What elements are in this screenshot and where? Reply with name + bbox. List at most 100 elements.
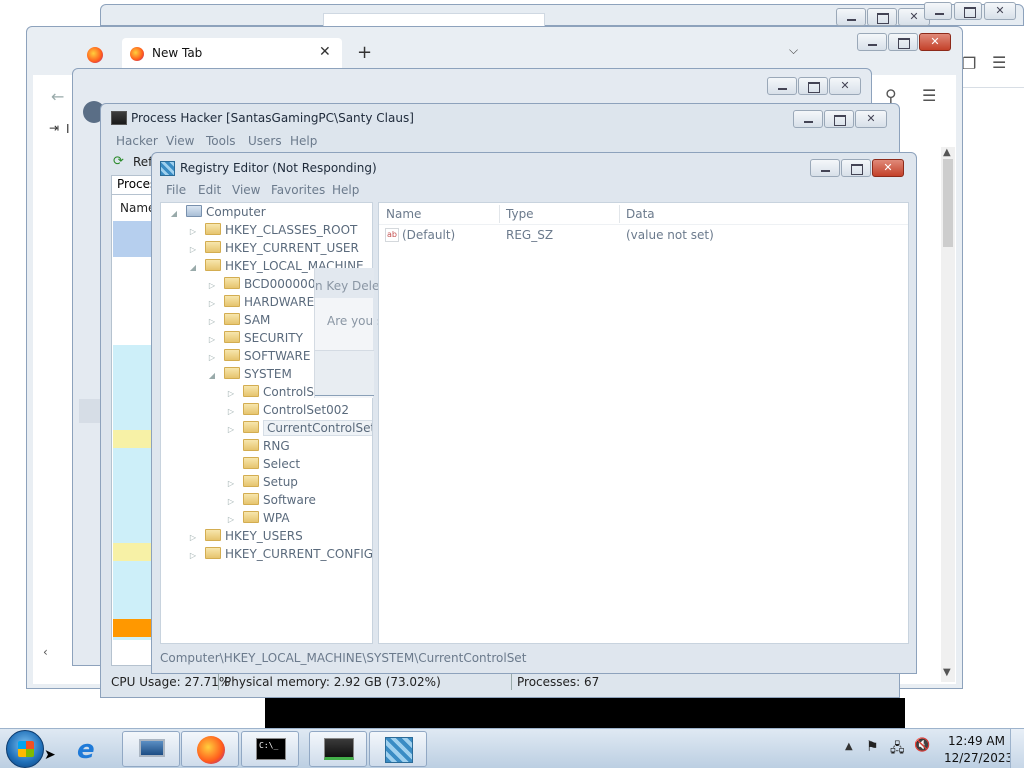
extension-icon[interactable]: ❐ <box>962 54 976 73</box>
status-divider <box>218 674 219 690</box>
new-tab-button[interactable]: + <box>357 42 372 63</box>
tree-item-hkey-current-user[interactable]: ▷ HKEY_CURRENT_USER <box>188 239 359 257</box>
outer-close-button[interactable] <box>984 2 1016 20</box>
hamburger-menu-icon[interactable]: ☰ <box>992 53 1006 72</box>
tree-item-currentcontrolset[interactable]: ▷ CurrentControlSet <box>226 419 372 437</box>
menu-view[interactable]: View <box>166 134 194 148</box>
tree-item-system[interactable]: ◢ SYSTEM <box>207 365 292 383</box>
tree-item-wpa[interactable]: ▷ WPA <box>226 509 290 527</box>
firefox-minimize-button[interactable] <box>857 33 887 51</box>
process-hacker-maximize-button[interactable] <box>824 110 854 128</box>
middle-window-close-button[interactable] <box>829 77 861 95</box>
menu-file[interactable]: File <box>166 183 186 197</box>
menu-favorites[interactable]: Favorites <box>271 183 325 197</box>
regedit-minimize-button[interactable] <box>810 159 840 177</box>
tree-item-computer[interactable]: ◢ Computer <box>169 203 266 221</box>
firefox-maximize-button[interactable] <box>888 33 918 51</box>
background-window-caption-buttons <box>836 8 930 26</box>
tree-item-controlset001[interactable]: ▷ ControlSet <box>226 383 326 401</box>
process-row-suspended-2[interactable] <box>113 543 153 561</box>
middle-window-maximize-button[interactable] <box>798 77 828 95</box>
clock-date[interactable]: 12/27/2023 <box>944 751 1013 765</box>
start-button[interactable] <box>6 730 44 768</box>
physical-memory-status: Physical memory: 2.92 GB (73.02%) <box>224 675 441 689</box>
middle-window-minimize-button[interactable] <box>767 77 797 95</box>
refresh-icon[interactable]: ⟳ <box>113 154 124 169</box>
menu-edit[interactable]: Edit <box>198 183 221 197</box>
outer-restore-button[interactable] <box>954 2 982 20</box>
tree-item-hardware[interactable]: ▷ HARDWARE <box>207 293 314 311</box>
tree-item-bcd[interactable]: ▷ BCD00000000 <box>207 275 331 293</box>
tree-item-controlset002[interactable]: ▷ ControlSet002 <box>226 401 349 419</box>
status-divider <box>511 674 512 690</box>
taskbar-command-prompt[interactable]: C:\_ <box>241 731 299 767</box>
scroll-up-icon[interactable]: ▲ <box>943 147 951 158</box>
firefox-close-button[interactable] <box>919 33 951 51</box>
mouse-cursor-icon: ➤ <box>44 747 56 763</box>
expand-arrow-icon[interactable]: ▷ <box>188 547 198 565</box>
process-row-selected[interactable] <box>113 221 153 257</box>
show-desktop-button[interactable] <box>1010 729 1024 768</box>
taskbar-process-hacker[interactable] <box>309 731 367 767</box>
menu-icon[interactable]: ☰ <box>922 86 936 105</box>
collapse-arrow-icon[interactable]: ◢ <box>169 205 179 223</box>
tree-item-software-subkey[interactable]: ▷ Software <box>226 491 316 509</box>
import-bookmarks-label[interactable]: I <box>66 122 70 136</box>
process-hacker-close-button[interactable] <box>855 110 887 128</box>
menu-users[interactable]: Users <box>248 134 282 148</box>
taskbar-firefox[interactable] <box>181 731 239 767</box>
outer-minimize-button[interactable] <box>924 2 952 20</box>
background-window-minimize-button[interactable] <box>836 8 866 26</box>
taskbar-internet-explorer[interactable]: e <box>62 731 120 767</box>
menu-hacker[interactable]: Hacker <box>116 134 158 148</box>
scroll-down-icon[interactable]: ▼ <box>943 667 951 678</box>
clock-time[interactable]: 12:49 AM <box>948 734 1005 748</box>
menu-help[interactable]: Help <box>290 134 317 148</box>
tree-item-sam[interactable]: ▷ SAM <box>207 311 270 329</box>
firefox-pinned-tab-icon[interactable] <box>87 47 103 63</box>
tree-item-rng[interactable]: RNG <box>226 437 290 455</box>
process-row-elevated[interactable] <box>113 619 153 637</box>
firefox-tab[interactable]: New Tab ✕ <box>122 38 342 70</box>
tree-item-security[interactable]: ▷ SECURITY <box>207 329 303 347</box>
menu-help[interactable]: Help <box>332 183 359 197</box>
column-header-name[interactable]: Name <box>386 207 421 221</box>
tree-item-setup[interactable]: ▷ Setup <box>226 473 298 491</box>
regedit-icon <box>160 161 175 176</box>
folder-icon <box>243 385 259 397</box>
collapse-arrow-icon[interactable]: ◢ <box>207 367 217 385</box>
regedit-maximize-button[interactable] <box>841 159 871 177</box>
tree-item-hkey-current-config[interactable]: ▷ HKEY_CURRENT_CONFIG <box>188 545 372 565</box>
tree-item-hkey-users[interactable]: ▷ HKEY_USERS <box>188 527 303 545</box>
process-hacker-title: Process Hacker [SantasGamingPC\Santy Cla… <box>131 111 414 125</box>
back-arrow-icon[interactable]: ← <box>51 87 64 106</box>
taskbar-computer[interactable] <box>122 731 180 767</box>
tree-item-software[interactable]: ▷ SOFTWARE <box>207 347 310 365</box>
left-scroll-arrow-icon[interactable]: ‹ <box>43 645 48 659</box>
menu-tools[interactable]: Tools <box>206 134 236 148</box>
volume-muted-icon[interactable]: 🔇 <box>914 738 930 753</box>
tab-list-chevron-icon[interactable]: ⌵ <box>789 43 798 58</box>
process-row-suspended[interactable] <box>113 430 153 448</box>
taskbar-registry-editor[interactable] <box>369 731 427 767</box>
background-window-maximize-button[interactable] <box>867 8 897 26</box>
tree-item-hkey-classes-root[interactable]: ▷ HKEY_CLASSES_ROOT <box>188 221 357 239</box>
column-header-data[interactable]: Data <box>626 207 655 221</box>
collapse-arrow-icon[interactable]: ◢ <box>188 259 198 277</box>
network-icon[interactable]: 🖧 <box>890 739 905 761</box>
tree-label: HARDWARE <box>244 295 315 309</box>
show-hidden-icons-button[interactable]: ▲ <box>845 741 853 752</box>
process-hacker-minimize-button[interactable] <box>793 110 823 128</box>
scroll-thumb[interactable] <box>943 159 953 247</box>
action-center-flag-icon[interactable]: ⚑ <box>866 739 879 755</box>
import-bookmarks-icon[interactable]: ⇥ <box>49 121 59 135</box>
regedit-close-button[interactable] <box>872 159 904 177</box>
value-row-default[interactable]: ab (Default) REG_SZ (value not set) <box>384 228 904 246</box>
menu-view[interactable]: View <box>232 183 260 197</box>
tab-close-icon[interactable]: ✕ <box>319 44 331 60</box>
background-window-address-field[interactable] <box>323 13 545 27</box>
values-header: Name Type Data <box>379 203 908 225</box>
firefox-scrollbar[interactable]: ▲ ▼ <box>941 147 955 682</box>
column-header-type[interactable]: Type <box>506 207 534 221</box>
tree-item-select[interactable]: Select <box>226 455 300 473</box>
